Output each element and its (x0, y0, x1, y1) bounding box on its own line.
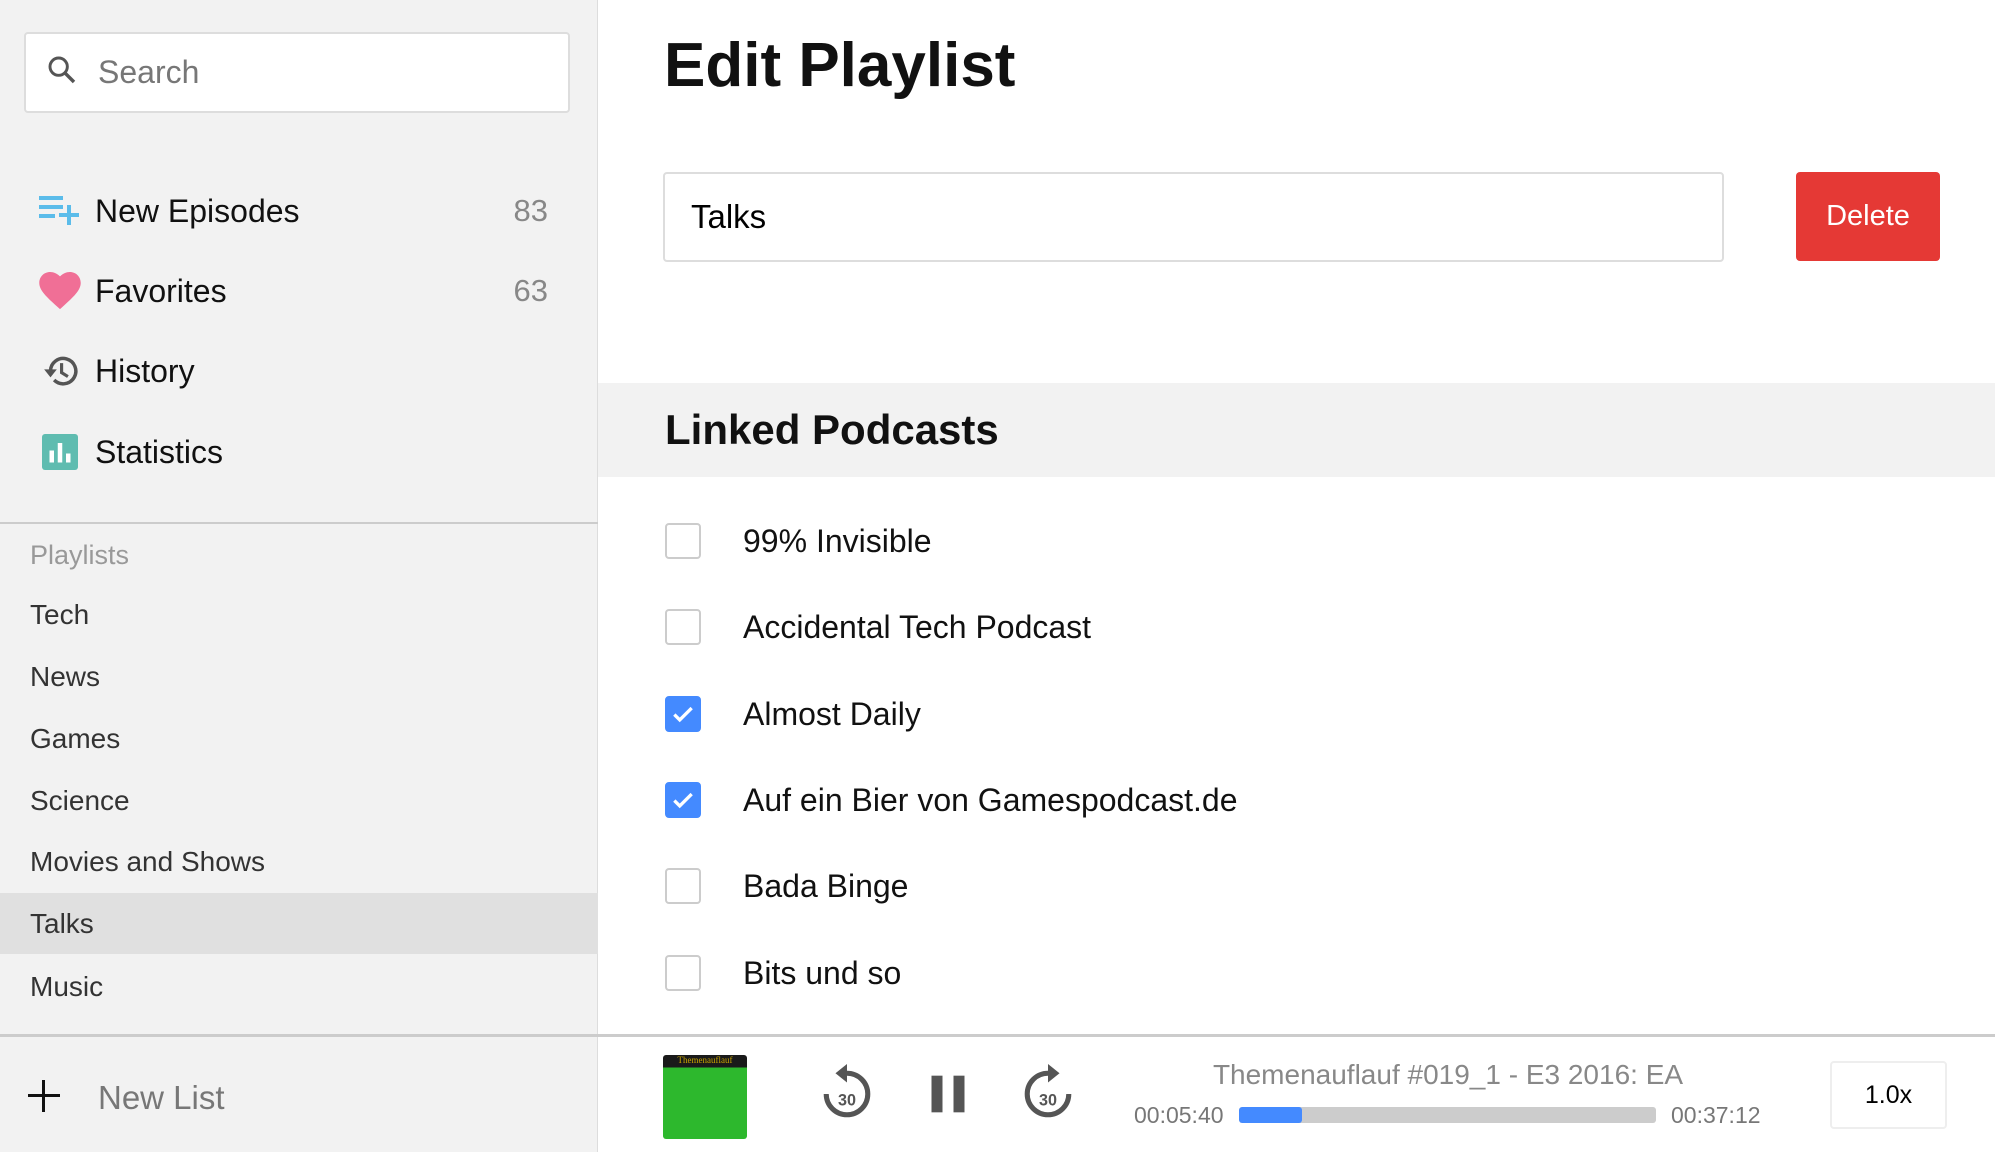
podcast-row[interactable]: 99% Invisible (665, 511, 932, 571)
playlist-item[interactable]: Games (0, 708, 598, 769)
check-icon (673, 706, 693, 723)
podcast-row[interactable]: Auf ein Bier von Gamespodcast.de (665, 770, 1238, 830)
episode-title: Themenauflauf #019_1 - E3 2016: EA (1212, 1059, 1684, 1090)
nav-label: Favorites (95, 272, 227, 309)
pause-icon (931, 1075, 965, 1113)
nav-history[interactable]: History (0, 336, 598, 406)
podcast-checkbox[interactable] (665, 609, 701, 645)
playlist-add-icon (38, 189, 82, 233)
podcast-row[interactable]: Almost Daily (665, 684, 921, 744)
elapsed-time: 00:05:40 (1134, 1102, 1224, 1128)
podcast-checkbox[interactable] (665, 955, 701, 991)
history-icon (38, 349, 82, 393)
heart-icon (38, 269, 82, 313)
duration-time: 00:37:12 (1671, 1102, 1761, 1128)
podcast-name: Almost Daily (743, 695, 921, 732)
pause-button[interactable] (916, 1062, 980, 1126)
divider (0, 1034, 598, 1037)
search-icon (46, 54, 78, 91)
podcast-checkbox[interactable] (665, 868, 701, 904)
new-list-label: New List (98, 1079, 225, 1116)
playlist-item[interactable]: Movies and Shows (0, 831, 598, 892)
forward-30-button[interactable]: 30 (1016, 1062, 1080, 1126)
rewind-icon: 30 (823, 1064, 871, 1118)
podcast-checkbox[interactable] (665, 782, 701, 818)
episode-artwork: Themenauflauf (663, 1055, 747, 1139)
linked-podcasts-heading: Linked Podcasts (598, 383, 1995, 477)
forward-icon: 30 (1024, 1064, 1072, 1118)
player-bar: Themenauflauf 30 30 Themenauflauf #019_1… (598, 1034, 1995, 1152)
nav-count: 63 (513, 273, 548, 308)
new-list-button[interactable]: New List (28, 1070, 225, 1126)
podcast-checkbox[interactable] (665, 696, 701, 732)
main-panel: Edit Playlist Delete Linked Podcasts 99%… (598, 0, 1995, 1034)
podcast-name: Bits und so (743, 954, 902, 991)
sidebar: New Episodes 83 Favorites 63 History Sta… (0, 0, 598, 1152)
page-title: Edit Playlist (664, 31, 1016, 100)
podcast-row[interactable]: Bits und so (665, 943, 901, 1003)
playlists-heading: Playlists (30, 540, 130, 570)
nav-count: 83 (513, 193, 548, 228)
nav-label: New Episodes (95, 192, 300, 229)
search-box[interactable] (24, 32, 570, 113)
bar-chart-icon (38, 430, 82, 474)
svg-text:30: 30 (838, 1092, 856, 1110)
playlist-item[interactable]: Tech (0, 584, 598, 645)
delete-button[interactable]: Delete (1796, 172, 1940, 261)
podcast-name: Auf ein Bier von Gamespodcast.de (743, 781, 1238, 818)
nav-label: Statistics (95, 433, 224, 470)
nav-new-episodes[interactable]: New Episodes 83 (0, 176, 598, 246)
check-icon (673, 792, 693, 809)
playlist-item[interactable]: Music (0, 956, 598, 1017)
podcast-row[interactable]: Bada Binge (665, 856, 908, 916)
nav-label: History (95, 352, 195, 389)
podcast-row[interactable]: Accidental Tech Podcast (665, 597, 1091, 657)
podcast-name: Accidental Tech Podcast (743, 608, 1092, 645)
rewind-30-button[interactable]: 30 (815, 1062, 879, 1126)
podcast-name: Bada Binge (743, 867, 909, 904)
playlist-item[interactable]: News (0, 646, 598, 707)
divider (0, 522, 598, 524)
podcast-name: 99% Invisible (743, 522, 932, 559)
progress-slider[interactable] (1239, 1107, 1656, 1123)
progress-fill (1239, 1107, 1303, 1123)
plus-icon (28, 1079, 60, 1117)
playback-speed-button[interactable]: 1.0x (1830, 1061, 1947, 1129)
search-input[interactable] (98, 54, 538, 91)
svg-text:30: 30 (1039, 1092, 1057, 1110)
podcast-checkbox[interactable] (665, 523, 701, 559)
playlist-name-input[interactable] (663, 172, 1724, 262)
playlist-item[interactable]: Science (0, 770, 598, 831)
nav-favorites[interactable]: Favorites 63 (0, 256, 598, 326)
playlist-item-selected[interactable]: Talks (0, 893, 598, 954)
nav-statistics[interactable]: Statistics (0, 417, 598, 487)
